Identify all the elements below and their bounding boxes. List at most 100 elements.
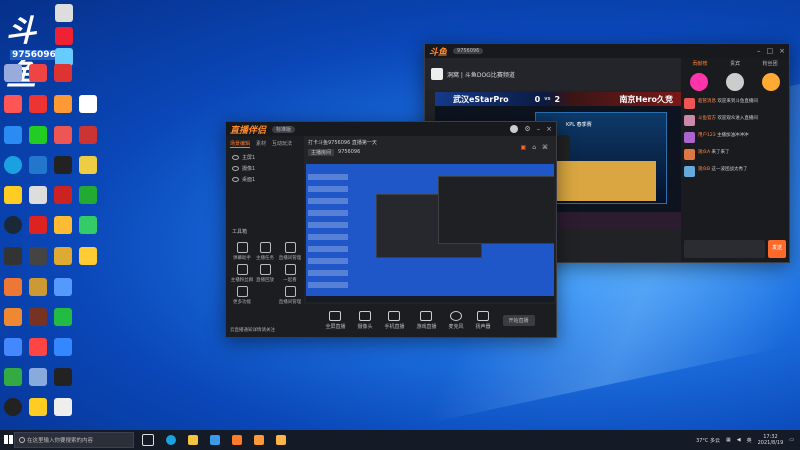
- close-icon[interactable]: ×: [779, 47, 785, 55]
- desktop-icon[interactable]: [54, 247, 72, 265]
- preview-canvas[interactable]: [306, 164, 554, 302]
- game-live-button[interactable]: 游戏直播: [416, 311, 437, 330]
- chat-tab[interactable]: 贵宾: [730, 60, 740, 67]
- send-button[interactable]: 发送: [767, 240, 786, 258]
- desktop-icon[interactable]: [54, 156, 72, 174]
- edge-icon[interactable]: [4, 156, 22, 174]
- desktop-icon[interactable]: [55, 27, 73, 45]
- desktop-icon[interactable]: [54, 278, 72, 296]
- desktop-icon[interactable]: [29, 368, 47, 386]
- share-icon[interactable]: ▣: [521, 144, 527, 151]
- search-input[interactable]: 在这里输入你要搜索的内容: [14, 432, 134, 448]
- qq-icon[interactable]: [4, 398, 22, 416]
- room-tag[interactable]: 主播房间: [308, 149, 335, 156]
- chat-input[interactable]: [684, 240, 765, 258]
- tool-button[interactable]: 更多功能: [228, 286, 256, 305]
- desktop-icon[interactable]: [29, 95, 47, 113]
- desktop-icon[interactable]: [54, 398, 72, 416]
- desktop-icon[interactable]: [4, 308, 22, 326]
- desktop-icon[interactable]: [29, 156, 47, 174]
- eye-icon[interactable]: [232, 155, 239, 160]
- desktop-icon[interactable]: [4, 126, 22, 144]
- fan-avatar[interactable]: [690, 73, 708, 91]
- close-icon[interactable]: ×: [546, 125, 552, 133]
- tab-assets[interactable]: 素材: [256, 140, 266, 148]
- desktop-icon[interactable]: [4, 338, 22, 356]
- desktop-icon[interactable]: [79, 216, 97, 234]
- desktop-icon[interactable]: [79, 126, 97, 144]
- desktop-icon[interactable]: [4, 95, 22, 113]
- avatar[interactable]: [510, 125, 519, 133]
- camera-button[interactable]: 摄像头: [357, 311, 372, 330]
- eye-icon[interactable]: [232, 177, 239, 182]
- minimize-icon[interactable]: –: [757, 47, 761, 55]
- notification-icon[interactable]: ▭: [789, 437, 794, 443]
- minimize-icon[interactable]: –: [537, 125, 541, 133]
- desktop-icon[interactable]: [79, 247, 97, 265]
- clock[interactable]: 17:32 2021/8/19: [758, 434, 784, 446]
- desktop-icon[interactable]: [29, 64, 47, 82]
- edge-icon[interactable]: [166, 435, 176, 445]
- desktop-icon[interactable]: [29, 186, 47, 204]
- desktop-icon[interactable]: [29, 338, 47, 356]
- scene-item[interactable]: 桌面1: [226, 174, 304, 185]
- desktop-icon[interactable]: [4, 186, 22, 204]
- desktop-icon[interactable]: [54, 368, 72, 386]
- desktop-icon[interactable]: [4, 278, 22, 296]
- desktop-icon[interactable]: [79, 95, 97, 113]
- desktop-icon[interactable]: [29, 278, 47, 296]
- desktop-icon[interactable]: [4, 247, 22, 265]
- maximize-icon[interactable]: □: [767, 47, 774, 55]
- streamer-avatar[interactable]: [431, 68, 443, 80]
- tool-button[interactable]: 直播间管理: [276, 242, 304, 261]
- speaker-button[interactable]: 扬声器: [476, 311, 491, 330]
- desktop-icon[interactable]: [55, 4, 73, 22]
- tool-button[interactable]: 直播间管理: [276, 286, 304, 305]
- steam-icon[interactable]: [4, 216, 22, 234]
- desktop-icon[interactable]: [79, 186, 97, 204]
- room-pill[interactable]: 9756096: [453, 48, 484, 54]
- lock-icon[interactable]: ⌂: [532, 144, 536, 151]
- microphone-button[interactable]: 麦克风: [449, 311, 464, 330]
- link-icon[interactable]: ⌘: [542, 144, 548, 151]
- tab-interact[interactable]: 互动玩法: [272, 140, 292, 148]
- explorer-icon[interactable]: [188, 435, 198, 445]
- desktop-icon[interactable]: [54, 126, 72, 144]
- desktop-icon[interactable]: [79, 156, 97, 174]
- desktop-icon[interactable]: [54, 338, 72, 356]
- weather-text[interactable]: 37°C 多云: [696, 437, 720, 444]
- settings-icon[interactable]: ⚙: [524, 125, 530, 133]
- fan-avatar[interactable]: [726, 73, 744, 91]
- start-icon[interactable]: [4, 435, 13, 444]
- desktop-icon[interactable]: [4, 64, 22, 82]
- network-icon[interactable]: ▦: [726, 437, 731, 443]
- taskbar-app-icon[interactable]: [276, 435, 286, 445]
- start-live-button[interactable]: 开始直播: [502, 315, 535, 326]
- notice-bar[interactable]: 云直播通知详情请关注: [230, 327, 275, 333]
- tab-scene[interactable]: 场景编辑: [230, 140, 251, 148]
- tool-button[interactable]: 主播任务: [251, 242, 279, 261]
- desktop-icon[interactable]: [54, 308, 72, 326]
- eye-icon[interactable]: [232, 166, 239, 171]
- desktop-icon[interactable]: [29, 247, 47, 265]
- store-icon[interactable]: [210, 435, 220, 445]
- desktop-icon[interactable]: [54, 216, 72, 234]
- douyu-logo[interactable]: 斗鱼 9756096: [6, 6, 58, 93]
- desktop-icon[interactable]: [29, 398, 47, 416]
- taskbar-app-icon[interactable]: [254, 435, 264, 445]
- taskbar-app-icon[interactable]: [232, 435, 242, 445]
- tool-button[interactable]: 直播回放: [251, 264, 279, 283]
- desktop-icon[interactable]: [29, 216, 47, 234]
- tool-button[interactable]: 一起看: [276, 264, 304, 283]
- desktop-icon[interactable]: [54, 186, 72, 204]
- desktop-icon[interactable]: [29, 126, 47, 144]
- scene-item[interactable]: 主屏1: [226, 152, 304, 163]
- desktop-icon[interactable]: [54, 64, 72, 82]
- fullscreen-live-button[interactable]: 全屏直播: [325, 311, 345, 330]
- mobile-live-button[interactable]: 手机直播: [384, 311, 404, 330]
- ime-indicator[interactable]: 英: [747, 437, 752, 444]
- scene-item[interactable]: 摄像1: [226, 163, 304, 174]
- desktop-icon[interactable]: [54, 95, 72, 113]
- chat-tab[interactable]: 贡献榜: [692, 60, 707, 67]
- version-pill[interactable]: 标准版: [272, 125, 296, 133]
